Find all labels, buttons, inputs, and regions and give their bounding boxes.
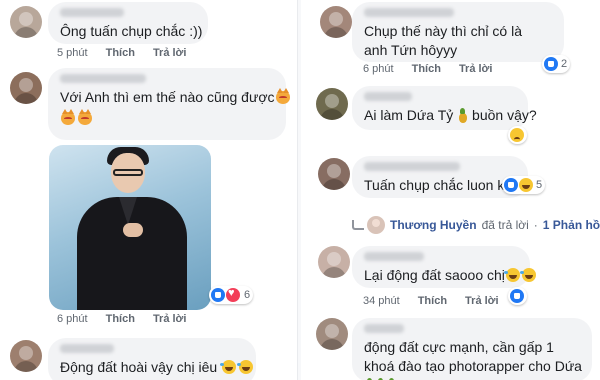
comment-bubble: Động đất hoài vậy chị iêu — [48, 338, 256, 380]
blurred-author-name — [364, 252, 424, 261]
like-reaction-icon — [544, 57, 558, 71]
avatar[interactable] — [10, 72, 42, 104]
reaction-summary[interactable]: 6 — [209, 286, 254, 304]
haha-reaction-icon — [519, 178, 533, 192]
comment-actions: 6 phút Thích Trả lời — [363, 63, 510, 75]
reaction-summary[interactable]: 5 — [502, 176, 546, 194]
sad-reaction-icon — [510, 128, 524, 142]
comment-bubble: Chụp thế này thì chỉ có là anh Tứn hôyyy — [352, 2, 564, 62]
blurred-author-name — [60, 344, 114, 353]
heart-eyes-cat-emoji-icon — [275, 88, 290, 104]
comment-time: 34 phút — [363, 295, 400, 307]
blurred-author-name — [364, 8, 454, 17]
reply-arrow-icon — [352, 220, 364, 230]
left-comment-column: Ông tuấn chụp chắc :)) 5 phút Thích Trả lờ… — [0, 0, 296, 380]
comment-time: 6 phút — [363, 63, 394, 75]
blurred-author-name — [60, 8, 124, 17]
reaction-summary[interactable]: 2 — [542, 55, 571, 73]
blurred-author-name — [60, 74, 146, 83]
comment-bubble: Với Anh thì em thế nào cũng được — [48, 68, 290, 140]
comment-text: Với Anh thì em thế nào cũng được — [60, 88, 290, 107]
like-button[interactable]: Thích — [106, 47, 135, 59]
emoji-line — [60, 109, 274, 128]
tears-of-joy-emoji-icon — [237, 360, 254, 374]
blurred-author-name — [364, 324, 404, 333]
reply-summary-row[interactable]: Thương Huyền đã trả lời · 1 Phản hồi — [352, 216, 600, 234]
like-reaction-icon — [504, 178, 518, 192]
comment-text: Ông tuấn chụp chắc :)) — [60, 23, 203, 39]
blurred-author-name — [364, 92, 412, 101]
reaction-count: 5 — [536, 179, 543, 191]
comment-text: Động đất hoài vậy chị iêu — [60, 358, 254, 377]
comment-photo[interactable] — [49, 145, 211, 310]
comment-actions: 5 phút Thích Trả lời — [57, 47, 204, 59]
comment-bubble: Lại động đất saooo chị — [352, 246, 536, 288]
love-reaction-icon — [226, 287, 240, 302]
view-replies-link[interactable]: 1 Phản hồi — [543, 218, 600, 232]
tears-of-joy-emoji-icon — [220, 360, 237, 374]
comment-time: 6 phút — [57, 313, 88, 325]
like-button[interactable]: Thích — [412, 63, 441, 75]
reaction-count: 6 — [244, 289, 251, 301]
tears-of-joy-emoji-icon — [519, 268, 536, 282]
like-reaction-icon — [211, 288, 225, 302]
separator-dot: · — [533, 218, 538, 232]
reply-button[interactable]: Trả lời — [459, 63, 493, 75]
avatar[interactable] — [318, 158, 350, 190]
comment-bubble: Tuấn chụp chắc luon kk — [352, 156, 528, 198]
reaction-summary[interactable] — [508, 126, 527, 144]
replier-avatar — [367, 216, 385, 234]
avatar[interactable] — [316, 318, 348, 350]
pineapple-emoji-icon — [458, 108, 468, 123]
comment-actions: 6 phút Thích Trả lời — [57, 313, 204, 325]
blurred-author-name — [364, 162, 460, 171]
comment-text: Lại động đất saooo chị — [364, 266, 536, 285]
avatar[interactable] — [10, 6, 42, 38]
avatar[interactable] — [318, 246, 350, 278]
comment-text: động đất cực mạnh, cần gấp 1 khoá đào tạ… — [364, 338, 582, 380]
reply-button[interactable]: Trả lời — [465, 295, 499, 307]
comment-bubble: động đất cực mạnh, cần gấp 1 khoá đào tạ… — [352, 318, 592, 380]
heart-eyes-cat-emoji-icon — [61, 109, 75, 125]
right-comment-column: Chụp thế này thì chỉ có là anh Tứn hôyyy… — [302, 0, 600, 380]
tears-of-joy-emoji-icon — [503, 268, 520, 282]
column-divider — [297, 0, 301, 380]
comment-text: Tuấn chụp chắc luon kk — [364, 177, 512, 193]
reaction-count: 2 — [561, 58, 568, 70]
comment-text: Chụp thế này thì chỉ có là anh Tứn hôyyy — [364, 23, 522, 58]
like-button[interactable]: Thích — [106, 313, 135, 325]
replier-name[interactable]: Thương Huyền — [390, 218, 477, 232]
reply-button[interactable]: Trả lời — [153, 47, 187, 59]
comment-text: Ai làm Dứa Tỷ buồn vậy? — [364, 107, 537, 123]
like-button[interactable]: Thích — [418, 295, 447, 307]
comment-bubble: Ai làm Dứa Tỷ buồn vậy? — [352, 86, 537, 130]
heart-eyes-cat-emoji-icon — [78, 109, 92, 125]
reply-action-text: đã trả lời — [481, 218, 529, 232]
comment-bubble: Ông tuấn chụp chắc :)) — [48, 2, 208, 44]
avatar[interactable] — [316, 88, 348, 120]
reply-button[interactable]: Trả lời — [153, 313, 187, 325]
avatar[interactable] — [320, 6, 352, 38]
avatar[interactable] — [10, 340, 42, 372]
comment-time: 5 phút — [57, 47, 88, 59]
comment-actions: 34 phút Thích Trả lời — [363, 295, 517, 307]
